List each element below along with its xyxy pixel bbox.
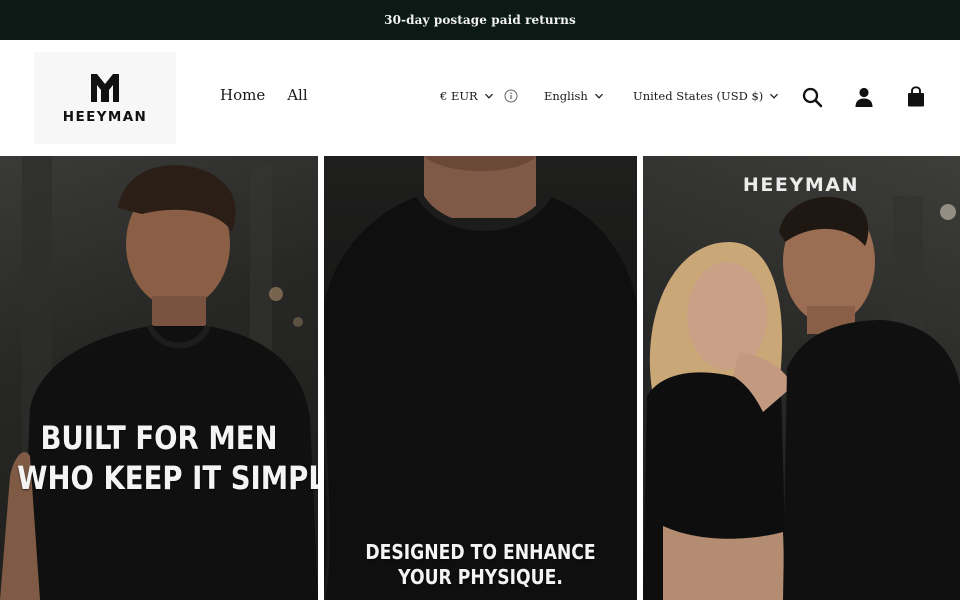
currency-label: € EUR (440, 89, 478, 103)
country-selector[interactable]: United States (USD $) (633, 89, 779, 103)
announcement-text: 30-day postage paid returns (384, 13, 576, 27)
chevron-down-icon (770, 93, 779, 99)
hero-caption-left: BUILT FOR MEN WHO KEEP IT SIMPLE. (17, 418, 318, 498)
site-header: HEEYMAN Home All € EUR English United St… (0, 40, 960, 156)
hero-caption-left-line2: WHO KEEP IT SIMPLE. (17, 459, 318, 497)
info-icon[interactable] (504, 89, 518, 103)
search-icon[interactable] (801, 86, 823, 108)
hero-panel-right: HEEYMAN (643, 156, 960, 600)
language-selector[interactable]: English (544, 89, 604, 103)
language-label: English (544, 89, 588, 103)
hero-panel-left: BUILT FOR MEN WHO KEEP IT SIMPLE. (0, 156, 318, 600)
logo-text: HEEYMAN (62, 109, 148, 125)
model-photo-left (0, 156, 318, 600)
chevron-down-icon (484, 93, 493, 99)
couple-photo-right (643, 196, 960, 600)
announcement-bar: 30-day postage paid returns (0, 0, 960, 40)
cart-icon[interactable] (905, 86, 927, 108)
brand-logo[interactable]: HEEYMAN (34, 52, 176, 144)
hero-caption-center: DESIGNED TO ENHANCE YOUR PHYSIQUE. (346, 540, 615, 590)
logo-mark-icon (91, 74, 119, 102)
account-icon[interactable] (853, 86, 875, 108)
currency-selector[interactable]: € EUR (440, 89, 518, 103)
hero-brand-text: HEEYMAN (742, 174, 860, 196)
country-label: United States (USD $) (633, 89, 764, 103)
hero-caption-center-line1: DESIGNED TO ENHANCE (365, 540, 596, 564)
hero-caption-left-line1: BUILT FOR MEN (40, 419, 278, 457)
hero-caption-center-line2: YOUR PHYSIQUE. (398, 565, 563, 589)
hero-banner[interactable]: BUILT FOR MEN WHO KEEP IT SIMPLE. DESIGN… (0, 156, 960, 600)
chevron-down-icon (594, 93, 603, 99)
hero-panel-center: DESIGNED TO ENHANCE YOUR PHYSIQUE. (324, 156, 637, 600)
main-nav: Home All (220, 86, 308, 104)
model-photo-center (324, 156, 637, 600)
nav-link-all[interactable]: All (287, 86, 307, 104)
nav-link-home[interactable]: Home (220, 86, 265, 104)
